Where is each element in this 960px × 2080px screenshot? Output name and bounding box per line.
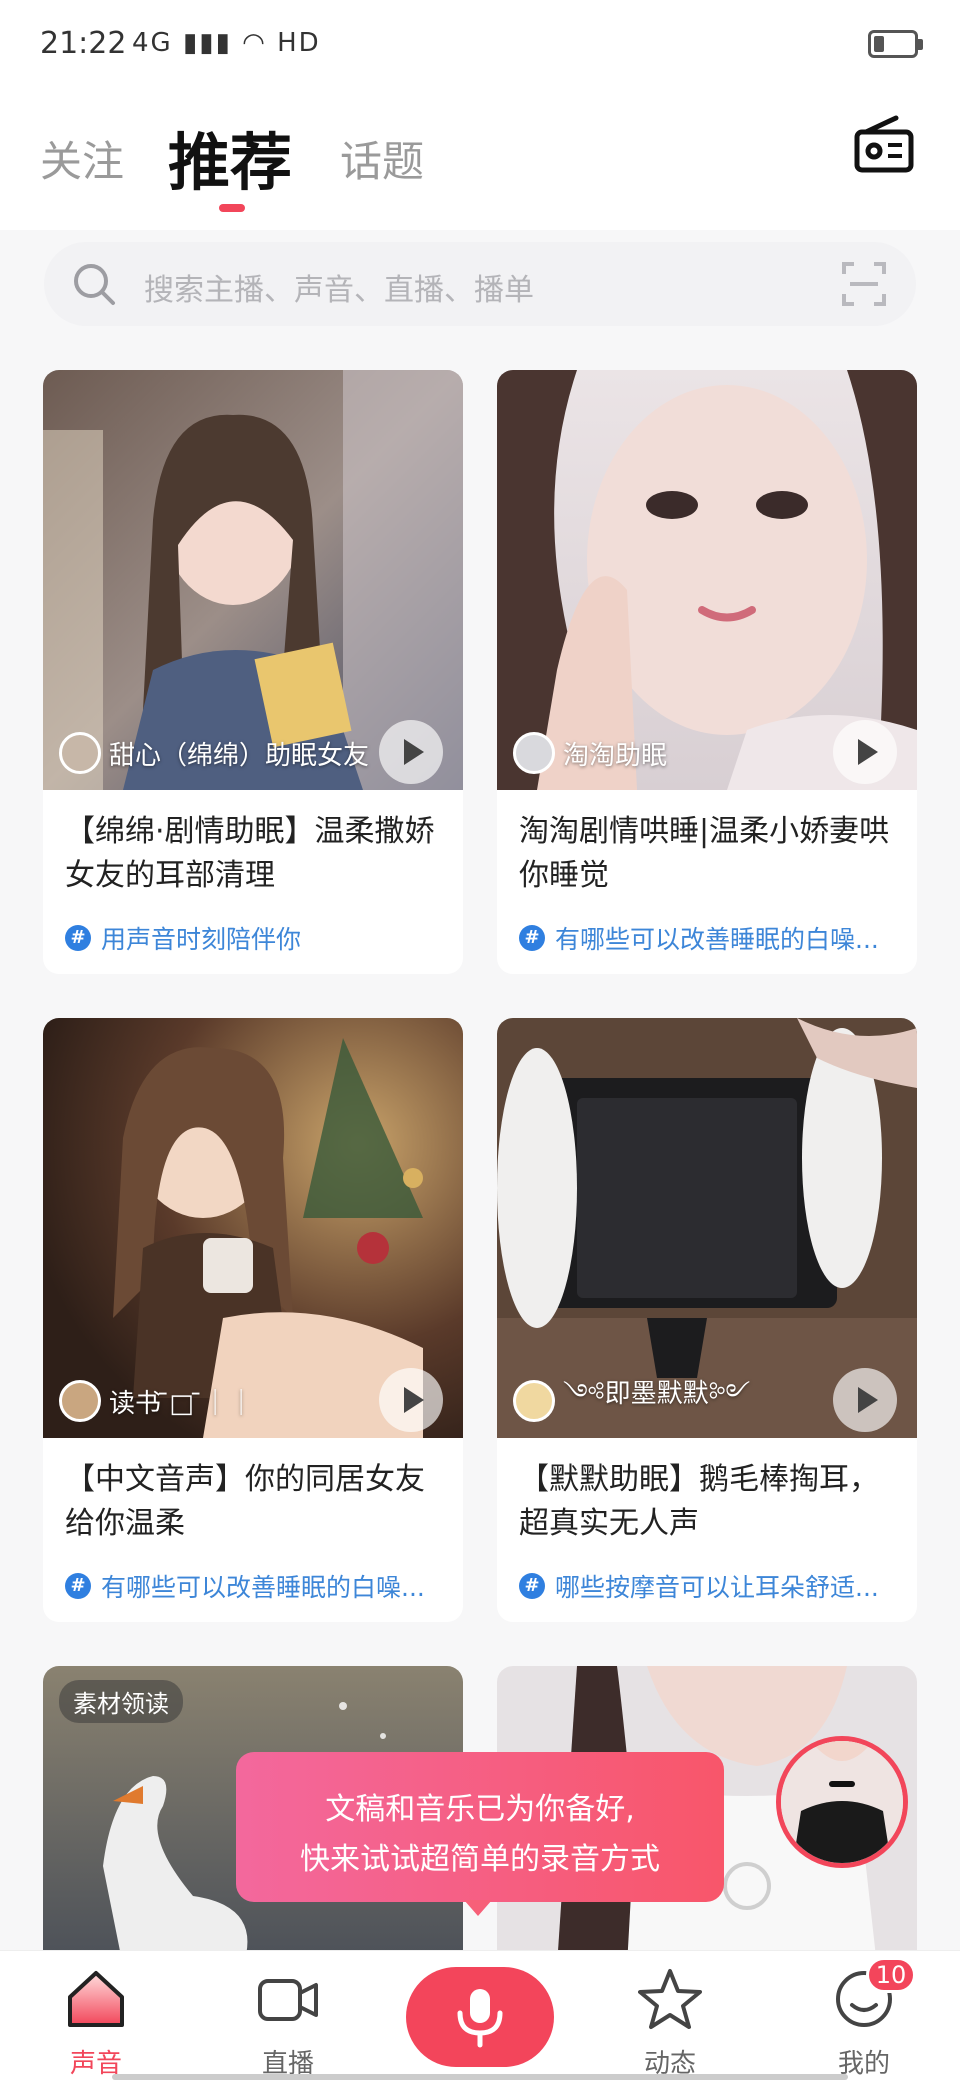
battery-level [874, 36, 884, 52]
card-author[interactable]: 读书 ̄□ ̄｜｜ [59, 1380, 254, 1422]
avatar [513, 732, 555, 774]
card-author[interactable]: 甜心（绵绵）助眠女友 [59, 732, 369, 774]
home-indicator [112, 2074, 848, 2080]
app-screen: 21:22 4G ▮▮▮ ◠ HD 关注 推荐 话题 搜索主播、声音、直播、播单 [0, 0, 960, 2080]
tab-topic[interactable]: 话题 [340, 128, 424, 189]
toast-line-1: 文稿和音乐已为你备好, [325, 1792, 635, 1827]
notification-badge: 10 [866, 1957, 916, 1993]
status-time: 21:22 [40, 26, 127, 61]
card-title: 【默默助眠】鹅毛棒掏耳，超真实无人声 [519, 1462, 879, 1541]
play-button[interactable] [379, 720, 443, 784]
search-icon [74, 264, 115, 305]
search-input[interactable]: 搜索主播、声音、直播、播单 [144, 265, 534, 309]
content-card[interactable]: 甜心（绵绵）助眠女友 【绵绵·剧情助眠】温柔撒娇女友的耳部清理 # 用声音时刻陪… [43, 370, 463, 974]
topic-text: 用声音时刻陪伴你 [101, 925, 302, 954]
microphone-icon [457, 1989, 503, 2048]
card-title: 【绵绵·剧情助眠】温柔撒娇女友的耳部清理 [65, 814, 435, 893]
record-button[interactable] [406, 1967, 554, 2067]
card-author[interactable]: ༺即墨默默༻ [513, 1379, 750, 1422]
search-bar[interactable]: 搜索主播、声音、直播、播单 [44, 242, 916, 326]
home-icon [68, 1971, 124, 2027]
avatar [59, 1380, 101, 1422]
nav-item-profile[interactable]: 10 我的 [804, 1957, 924, 2079]
hashtag-icon: # [65, 925, 91, 951]
play-button[interactable] [833, 1368, 897, 1432]
status-bar: 21:22 4G ▮▮▮ ◠ HD [0, 0, 960, 90]
hashtag-icon: # [65, 1573, 91, 1599]
signal-wifi-icons: 4G ▮▮▮ ◠ HD [132, 28, 321, 58]
video-camera-icon [258, 1979, 318, 2021]
avatar [513, 1380, 555, 1422]
tab-recommend[interactable]: 推荐 [168, 112, 292, 202]
top-tab-bar: 关注 推荐 话题 [0, 90, 960, 230]
active-tab-indicator [219, 204, 245, 212]
network-label: 4G [132, 28, 173, 58]
author-name: 读书 ̄□ ̄｜｜ [109, 1388, 255, 1419]
nav-item-sound[interactable]: 声音 [36, 1961, 156, 2079]
wifi-label: HD [277, 28, 321, 58]
content-card[interactable]: 读书 ̄□ ̄｜｜ 【中文音声】你的同居女友给你温柔 # 有哪些可以改善睡眠的白… [43, 1018, 463, 1622]
floating-avatar-image [781, 1741, 903, 1863]
hashtag-icon: # [519, 1573, 545, 1599]
radio-icon[interactable] [852, 112, 916, 176]
nav-item-feed[interactable]: 动态 [610, 1961, 730, 2079]
play-button[interactable] [379, 1368, 443, 1432]
toast-line-2: 快来试试超简单的录音方式 [300, 1842, 660, 1877]
scan-icon[interactable] [840, 260, 888, 308]
card-topic[interactable]: # 哪些按摩音可以让耳朵舒适... [519, 1566, 909, 1606]
floating-live-avatar[interactable] [776, 1736, 908, 1868]
author-name: 淘淘助眠 [563, 740, 668, 771]
card-title: 淘淘剧情哄睡|温柔小娇妻哄你睡觉 [519, 814, 890, 893]
card-topic[interactable]: # 用声音时刻陪伴你 [65, 918, 455, 958]
play-button[interactable] [833, 720, 897, 784]
avatar [59, 732, 101, 774]
material-reading-tag: 素材领读 [59, 1680, 183, 1723]
bottom-nav: 声音 直播 动态 10 我的 [0, 1950, 960, 2080]
card-topic[interactable]: # 有哪些可以改善睡眠的白噪... [519, 918, 909, 958]
card-title: 【中文音声】你的同居女友给你温柔 [65, 1462, 425, 1541]
recording-tip-toast[interactable]: 文稿和音乐已为你备好, 快来试试超简单的录音方式 [236, 1752, 724, 1902]
nav-item-live[interactable]: 直播 [228, 1961, 348, 2079]
author-name: 甜心（绵绵）助眠女友 [109, 740, 370, 771]
content-card[interactable]: ༺即墨默默༻ 【默默助眠】鹅毛棒掏耳，超真实无人声 # 哪些按摩音可以让耳朵舒适… [497, 1018, 917, 1622]
content-card[interactable]: 淘淘助眠 淘淘剧情哄睡|温柔小娇妻哄你睡觉 # 有哪些可以改善睡眠的白噪... [497, 370, 917, 974]
author-name: ༺即墨默默༻ [563, 1378, 751, 1409]
toast-pointer [464, 1900, 492, 1916]
tab-follow[interactable]: 关注 [40, 128, 124, 189]
battery-icon [868, 30, 923, 58]
card-author[interactable]: 淘淘助眠 [513, 732, 667, 774]
topic-text: 哪些按摩音可以让耳朵舒适... [555, 1573, 879, 1602]
star-icon [638, 1969, 702, 2029]
card-topic[interactable]: # 有哪些可以改善睡眠的白噪... [65, 1566, 455, 1606]
hashtag-icon: # [519, 925, 545, 951]
topic-text: 有哪些可以改善睡眠的白噪... [101, 1573, 425, 1602]
topic-text: 有哪些可以改善睡眠的白噪... [555, 925, 879, 954]
